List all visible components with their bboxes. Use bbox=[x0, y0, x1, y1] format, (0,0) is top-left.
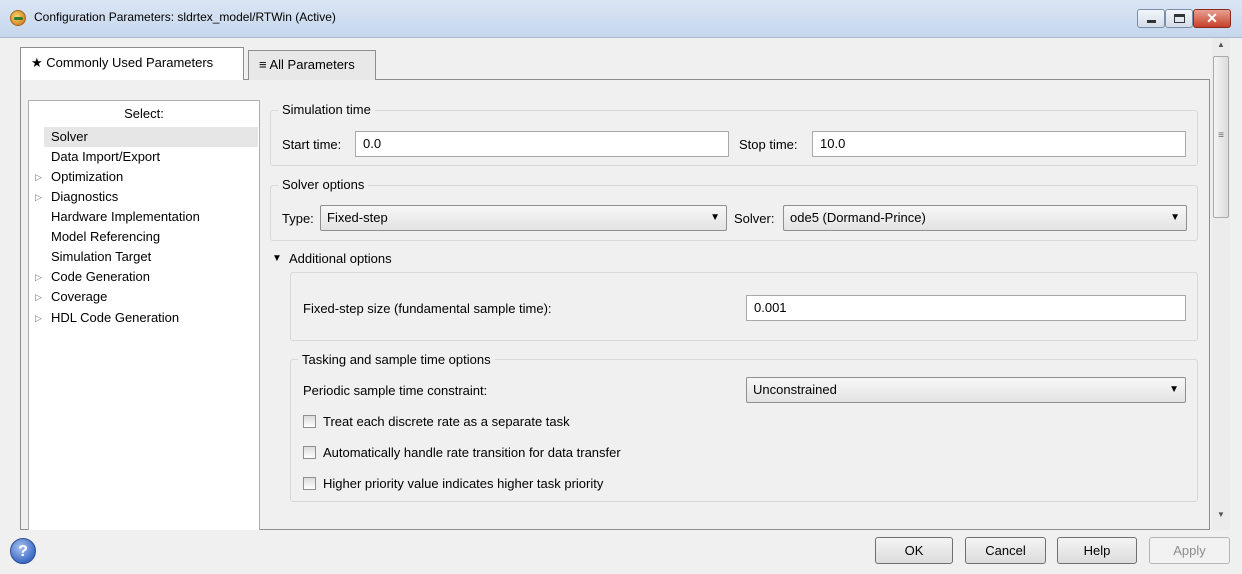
sidebar-item-optimization[interactable]: Optimization bbox=[51, 167, 258, 187]
apply-button[interactable]: Apply bbox=[1149, 537, 1230, 564]
higher-priority-checkbox[interactable] bbox=[303, 477, 316, 490]
periodic-constraint-label: Periodic sample time constraint: bbox=[303, 383, 488, 398]
treat-discrete-rate-checkbox[interactable] bbox=[303, 415, 316, 428]
collapse-triangle-icon[interactable]: ▼ bbox=[272, 251, 282, 267]
sidebar-item-label: Hardware Implementation bbox=[51, 209, 200, 224]
periodic-constraint-dropdown[interactable]: Unconstrained ▼ bbox=[746, 377, 1186, 403]
title-bar[interactable]: Configuration Parameters: sldrtex_model/… bbox=[0, 0, 1242, 38]
cancel-button[interactable]: Cancel bbox=[965, 537, 1046, 564]
maximize-icon bbox=[1174, 14, 1185, 23]
expand-arrow-icon[interactable]: ▷ bbox=[35, 192, 42, 203]
stop-time-input[interactable]: 10.0 bbox=[812, 131, 1186, 157]
dropdown-arrow-icon: ▼ bbox=[1169, 384, 1179, 395]
sidebar-item-label: Diagnostics bbox=[51, 189, 119, 204]
expand-arrow-icon[interactable]: ▷ bbox=[35, 272, 42, 283]
type-dropdown[interactable]: Fixed-step ▼ bbox=[320, 205, 727, 231]
minimize-icon bbox=[1147, 20, 1156, 23]
dropdown-arrow-icon: ▼ bbox=[1170, 212, 1180, 223]
sidebar-item-solver[interactable]: Solver bbox=[44, 127, 258, 147]
expand-arrow-icon[interactable]: ▷ bbox=[35, 313, 42, 324]
scroll-down-arrow-icon[interactable]: ▼ bbox=[1212, 510, 1230, 524]
simulation-time-title: Simulation time bbox=[278, 102, 375, 117]
sidebar-item-label: Code Generation bbox=[51, 269, 151, 284]
expand-arrow-icon[interactable]: ▷ bbox=[35, 292, 42, 303]
additional-options-title[interactable]: Additional options bbox=[289, 251, 392, 267]
help-button[interactable]: Help bbox=[1057, 537, 1137, 564]
fixed-step-size-input[interactable]: 0.001 bbox=[746, 295, 1186, 321]
sidebar-item-model-referencing[interactable]: Model Referencing bbox=[51, 227, 258, 247]
sidebar-item-label: Model Referencing bbox=[51, 229, 161, 244]
expand-arrow-icon[interactable]: ▷ bbox=[35, 172, 42, 183]
sidebar-item-coverage[interactable]: Coverage bbox=[51, 287, 258, 307]
sidebar-item-label: HDL Code Generation bbox=[51, 310, 180, 325]
list-icon: ≡ bbox=[259, 57, 267, 72]
close-icon: ✕ bbox=[1206, 10, 1218, 26]
ok-button[interactable]: OK bbox=[875, 537, 953, 564]
window-title: Configuration Parameters: sldrtex_model/… bbox=[34, 10, 336, 24]
solver-options-title: Solver options bbox=[278, 177, 369, 192]
solver-dropdown-value: ode5 (Dormand-Prince) bbox=[790, 210, 926, 225]
type-label: Type: bbox=[282, 211, 314, 226]
tab-commonly-used-parameters[interactable]: ★ Commonly Used Parameters bbox=[20, 47, 244, 80]
tab-label: Commonly Used Parameters bbox=[46, 55, 214, 70]
stop-time-label: Stop time: bbox=[739, 137, 798, 152]
sidebar-item-diagnostics[interactable]: Diagnostics bbox=[51, 187, 258, 207]
tab-label: All Parameters bbox=[269, 57, 355, 72]
sidebar-item-hdl-code-generation[interactable]: HDL Code Generation bbox=[51, 308, 258, 328]
type-dropdown-value: Fixed-step bbox=[327, 210, 388, 225]
maximize-button[interactable] bbox=[1165, 9, 1193, 28]
close-button[interactable]: ✕ bbox=[1193, 9, 1231, 28]
sidebar-item-label: Optimization bbox=[51, 169, 124, 184]
sidebar-item-label: Data Import/Export bbox=[51, 149, 161, 164]
rate-transition-checkbox[interactable] bbox=[303, 446, 316, 459]
sidebar-item-label: Coverage bbox=[51, 289, 108, 304]
fixed-step-size-label: Fixed-step size (fundamental sample time… bbox=[303, 301, 552, 316]
tab-all-parameters[interactable]: ≡ All Parameters bbox=[248, 50, 376, 80]
sidebar-item-data-import-export[interactable]: Data Import/Export bbox=[51, 147, 258, 167]
sidebar-item-label: Solver bbox=[51, 129, 88, 144]
dropdown-arrow-icon: ▼ bbox=[710, 212, 720, 223]
minimize-button[interactable] bbox=[1137, 9, 1165, 28]
sidebar-item-hardware-implementation[interactable]: Hardware Implementation bbox=[51, 207, 258, 227]
scroll-up-arrow-icon[interactable]: ▲ bbox=[1212, 40, 1230, 54]
solver-label: Solver: bbox=[734, 211, 775, 226]
dialog-button-bar bbox=[0, 530, 1242, 574]
solver-dropdown[interactable]: ode5 (Dormand-Prince) ▼ bbox=[783, 205, 1187, 231]
periodic-constraint-value: Unconstrained bbox=[753, 382, 837, 397]
star-icon: ★ bbox=[31, 55, 43, 70]
scroll-grip-icon: ≡ bbox=[1218, 130, 1224, 141]
sidebar-item-code-generation[interactable]: Code Generation bbox=[51, 267, 258, 287]
help-icon[interactable]: ? bbox=[10, 538, 36, 564]
tasking-title: Tasking and sample time options bbox=[298, 352, 495, 367]
rate-transition-label[interactable]: Automatically handle rate transition for… bbox=[323, 445, 621, 461]
treat-discrete-rate-label[interactable]: Treat each discrete rate as a separate t… bbox=[323, 414, 570, 430]
start-time-input[interactable]: 0.0 bbox=[355, 131, 729, 157]
start-time-label: Start time: bbox=[282, 137, 342, 152]
select-header: Select: bbox=[124, 106, 164, 121]
sidebar-item-simulation-target[interactable]: Simulation Target bbox=[51, 247, 258, 267]
higher-priority-label[interactable]: Higher priority value indicates higher t… bbox=[323, 476, 603, 492]
sidebar-item-label: Simulation Target bbox=[51, 249, 152, 264]
simulink-app-icon bbox=[10, 10, 26, 26]
